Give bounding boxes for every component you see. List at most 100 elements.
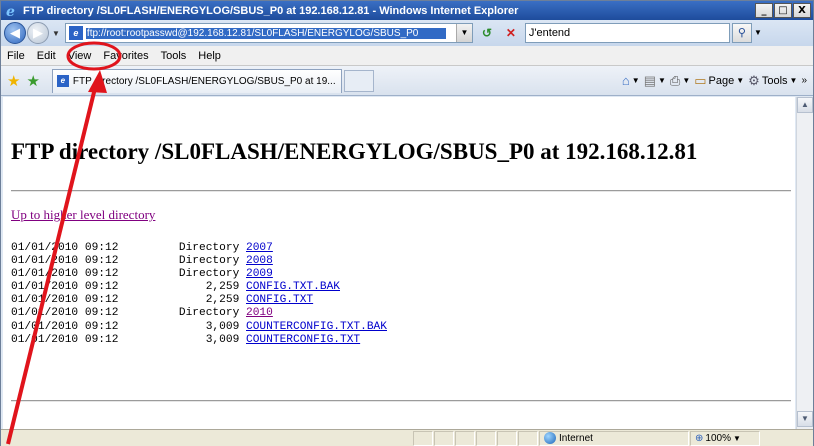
window-controls: _ □ X [755,3,811,18]
home-icon: ⌂ [621,73,630,88]
status-bar: Internet ⊕ 100% ▼ [1,429,813,446]
list-item: 01/01/2010 09:12 3,009 COUNTERCONFIG.TXT [11,334,387,347]
vertical-scrollbar[interactable]: ▲ ▼ [796,97,813,429]
maximize-button[interactable]: □ [774,3,792,18]
item-date: 01/01/2010 09:12 [11,255,119,268]
status-cell [518,430,538,446]
item-link[interactable]: 2010 [246,307,273,319]
search-options-icon[interactable]: ▼ [752,23,764,43]
menu-edit[interactable]: Edit [31,50,62,62]
zone-label: Internet [559,432,593,444]
page-menu-button[interactable]: ▭ Page ▼ [694,73,744,89]
item-date: 01/01/2010 09:12 [11,307,119,320]
favorites-star-icon[interactable]: ★ [7,72,20,90]
home-dropdown-icon: ▼ [631,76,640,85]
forward-arrow-icon: ▶ [33,25,43,40]
list-item: 01/01/2010 09:12 2,259 CONFIG.TXT [11,294,387,307]
new-tab-button[interactable] [343,69,374,92]
ie-logo-icon: e [5,4,19,18]
zoom-level: 100% [705,432,731,444]
item-date: 01/01/2010 09:12 [11,281,119,294]
page-content: FTP directory /SL0FLASH/ENERGYLOG/SBUS_P… [3,97,795,429]
zoom-control[interactable]: ⊕ 100% ▼ [690,430,760,446]
history-dropdown-icon[interactable]: ▼ [52,29,60,38]
item-date: 01/01/2010 09:12 [11,268,119,281]
menu-view[interactable]: View [62,50,98,62]
favorites-tab-bar: ★ ★ e FTP directory /SL0FLASH/ENERGYLOG/… [1,66,813,96]
item-link[interactable]: COUNTERCONFIG.TXT [246,334,360,346]
up-directory-link[interactable]: Up to higher level directory [11,207,155,223]
back-button[interactable]: ◀ [4,22,26,44]
feeds-dropdown-icon: ▼ [658,76,666,85]
printer-icon: ⎙ [669,72,681,88]
tools-menu-label: Tools [761,74,788,87]
page-menu-label: Page [708,74,735,87]
print-dropdown-icon: ▼ [682,76,691,85]
list-item: 01/01/2010 09:12 3,009 COUNTERCONFIG.TXT… [11,321,387,334]
directory-listing: 01/01/2010 09:12 Directory 2007 01/01/20… [11,242,387,347]
status-cell [497,430,517,446]
menu-help[interactable]: Help [192,50,227,62]
item-info: 2,259 [172,294,246,307]
forward-button[interactable]: ▶ [27,22,49,44]
item-link[interactable]: CONFIG.TXT [246,294,313,306]
globe-icon [544,432,556,444]
scroll-down-icon[interactable]: ▼ [797,411,813,427]
status-cell [455,430,475,446]
stop-icon[interactable]: ✕ [501,23,521,43]
divider-bottom [11,400,791,402]
address-dropdown-icon[interactable]: ▼ [455,24,472,42]
window-title: FTP directory /SL0FLASH/ENERGYLOG/SBUS_P… [23,4,519,17]
tools-dropdown-icon: ▼ [789,76,798,85]
menu-file[interactable]: File [1,50,31,62]
gear-icon: ⚙ [748,72,760,88]
item-link[interactable]: 2009 [246,268,273,280]
command-bar: ⌂ ▼ ▤ ▼ ⎙ ▼ ▭ Page ▼ ⚙ Tools ▼ » [622,73,813,89]
menu-tools[interactable]: Tools [155,50,193,62]
refresh-icon[interactable]: ↺ [477,23,497,43]
tab-label: FTP directory /SL0FLASH/ENERGYLOG/SBUS_P… [72,75,336,87]
scroll-up-icon[interactable]: ▲ [797,97,813,113]
chevron-more-icon[interactable]: » [801,75,807,86]
close-button[interactable]: X [793,3,811,18]
back-arrow-icon: ◀ [10,25,20,40]
item-info: 3,009 [172,320,246,333]
zoom-icon: ⊕ [695,432,704,444]
page-title: FTP directory /SL0FLASH/ENERGYLOG/SBUS_P… [11,139,698,164]
feeds-button[interactable]: ▤ ▼ [644,73,666,89]
status-text-area [2,431,412,446]
item-info: Directory [172,242,246,254]
item-link[interactable]: 2008 [246,255,273,267]
home-button[interactable]: ⌂ ▼ [622,73,640,88]
item-link[interactable]: CONFIG.TXT.BAK [246,281,340,293]
print-button[interactable]: ⎙ ▼ [670,73,690,89]
search-input[interactable] [524,23,730,43]
minimize-button[interactable]: _ [755,3,773,18]
page-icon: ▭ [694,72,707,88]
ie-window: e FTP directory /SL0FLASH/ENERGYLOG/SBUS… [0,0,814,446]
svg-text:e: e [6,4,15,18]
item-info: Directory [172,255,246,268]
item-date: 01/01/2010 09:12 [11,320,119,333]
tab-ftp-directory[interactable]: e FTP directory /SL0FLASH/ENERGYLOG/SBUS… [51,68,342,93]
item-info: 3,009 [172,333,246,346]
list-item: 01/01/2010 09:12 2,259 CONFIG.TXT.BAK [11,281,387,294]
add-favorites-icon[interactable]: ★ [26,72,39,90]
search-icon[interactable]: ⚲ [731,23,752,43]
tab-favicon-icon: e [56,75,69,87]
status-cell [413,430,433,446]
item-date: 01/01/2010 09:12 [11,242,119,254]
item-link[interactable]: 2007 [246,242,273,254]
menu-bar: File Edit View Favorites Tools Help [1,46,813,66]
list-item: 01/01/2010 09:12 Directory 2009 [11,268,387,281]
status-cell [434,430,454,446]
address-field[interactable]: e ftp://root:rootpasswd@192.168.12.81/SL… [64,23,473,43]
address-url[interactable]: ftp://root:rootpasswd@192.168.12.81/SL0F… [85,27,446,39]
menu-favorites[interactable]: Favorites [97,50,154,62]
security-zone[interactable]: Internet [539,430,689,446]
list-item: 01/01/2010 09:12 Directory 2007 [11,242,387,255]
divider-top [11,190,791,192]
item-link[interactable]: COUNTERCONFIG.TXT.BAK [246,321,387,333]
tools-menu-button[interactable]: ⚙ Tools ▼ [748,73,797,89]
scroll-track[interactable] [797,113,813,411]
